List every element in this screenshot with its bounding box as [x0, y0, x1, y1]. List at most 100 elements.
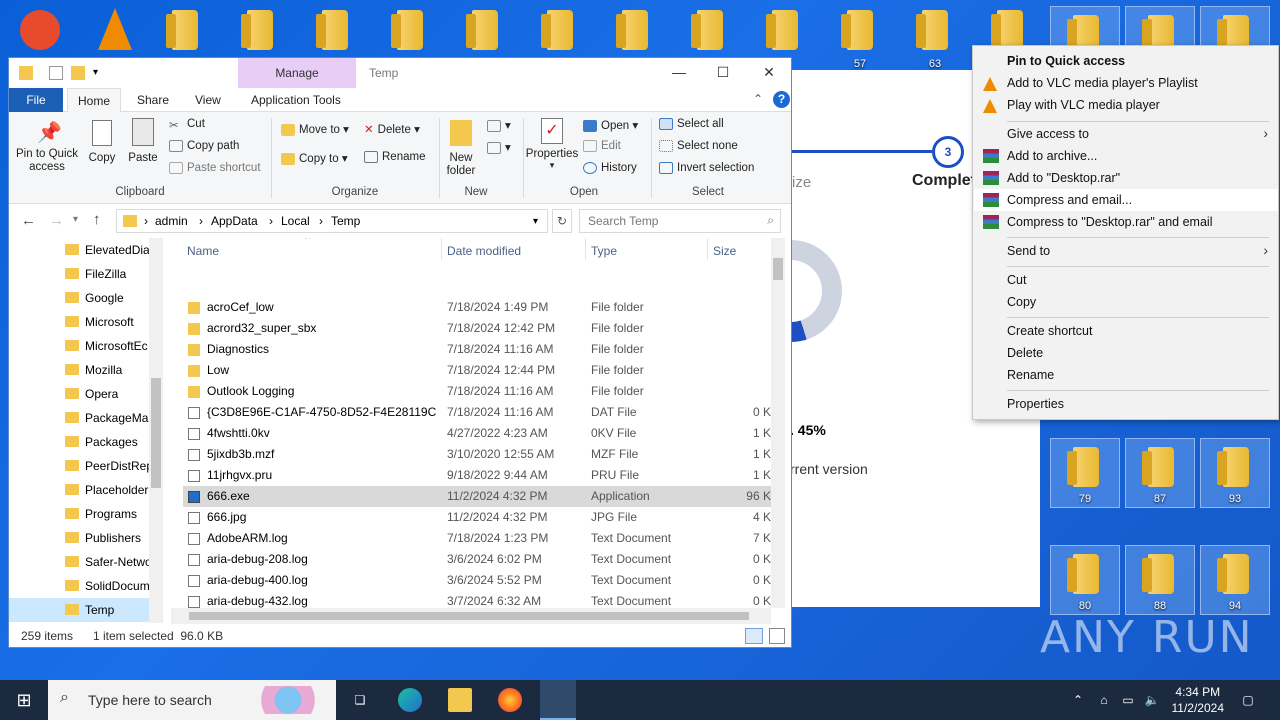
chevron-up-icon[interactable]: ⌃	[1066, 688, 1090, 712]
copy-button[interactable]: Copy	[85, 120, 119, 164]
nav-item[interactable]: Safer-Netwo	[65, 550, 150, 574]
tab-share[interactable]: Share	[127, 88, 179, 112]
open-button[interactable]: Open ▾	[583, 118, 638, 132]
table-row[interactable]: 11jrhgvx.pru 9/18/2022 9:44 AM PRU File 1 K…	[183, 465, 779, 486]
delete-button[interactable]: ✕ Delete ▾	[364, 122, 420, 136]
rename-button[interactable]: Rename	[364, 151, 425, 163]
nav-item[interactable]: ElevatedDia	[65, 238, 150, 262]
nav-item[interactable]: Microsoft	[65, 310, 150, 334]
nav-item[interactable]: Mozilla	[65, 358, 150, 382]
close-button[interactable]: ✕	[757, 62, 781, 82]
nav-scrollbar[interactable]	[149, 238, 163, 623]
paste-button[interactable]: Paste	[125, 118, 161, 164]
copy-path-button[interactable]: Copy path	[169, 140, 239, 152]
taskbar-search-input[interactable]: ⌕ Type here to search	[48, 680, 336, 720]
horizontal-scrollbar[interactable]	[171, 608, 771, 624]
notification-icon[interactable]: ▢	[1236, 688, 1260, 712]
pin-to-quick-access-button[interactable]: 📌 Pin to Quick access	[13, 120, 81, 174]
menu-item-compress-to-desktop-rar-and-email[interactable]: Compress to "Desktop.rar" and email	[1007, 211, 1212, 233]
large-icons-view-icon[interactable]	[769, 628, 785, 644]
table-row[interactable]: 4fwshtti.0kv 4/27/2022 4:23 AM 0KV File 1 K…	[183, 423, 779, 444]
nav-item[interactable]: Publishers	[65, 526, 150, 550]
table-row[interactable]: {C3D8E96E-C1AF-4750-8D52-F4E28119C1... 7/…	[183, 402, 779, 423]
system-clock[interactable]: 4:34 PM 11/2/2024	[1172, 684, 1225, 716]
table-row[interactable]: 5jixdb3b.mzf 3/10/2020 12:55 AM MZF File 1 …	[183, 444, 779, 465]
desktop-folder-selected[interactable]: 93	[1200, 438, 1270, 508]
network-icon[interactable]: ⌂	[1092, 688, 1116, 712]
desktop-folder-selected[interactable]: 87	[1125, 438, 1195, 508]
table-row[interactable]: aria-debug-208.log 3/6/2024 6:02 PM Text D…	[183, 549, 779, 570]
menu-item-send-to[interactable]: Send to	[1007, 240, 1050, 262]
tab-application-tools[interactable]: Application Tools	[241, 88, 351, 112]
desktop-folder[interactable]: 57	[825, 2, 895, 72]
select-all-button[interactable]: Select all	[659, 118, 724, 130]
table-row[interactable]: 666.jpg 11/2/2024 4:32 PM JPG File 4 KB	[183, 507, 779, 528]
menu-item-rename[interactable]: Rename	[1007, 364, 1054, 386]
desktop-folder[interactable]: 63	[900, 2, 970, 72]
menu-item-give-access-to[interactable]: Give access to	[1007, 123, 1089, 145]
nav-item[interactable]: Placeholder	[65, 478, 150, 502]
properties-icon[interactable]	[49, 66, 63, 80]
breadcrumb-local[interactable]: Local	[281, 214, 310, 228]
menu-item-add-to-vlc-playlist[interactable]: Add to VLC media player's Playlist	[1007, 72, 1198, 94]
table-row[interactable]: AdobeARM.log 7/18/2024 1:23 PM Text Docume…	[183, 528, 779, 549]
easy-access-button[interactable]: ▾	[487, 140, 511, 154]
menu-item-delete[interactable]: Delete	[1007, 342, 1043, 364]
details-view-icon[interactable]	[745, 628, 763, 644]
up-arrow-icon[interactable]: ↑	[93, 211, 101, 228]
help-icon[interactable]: ?	[773, 91, 790, 108]
table-row[interactable]: aria-debug-432.log 3/7/2024 6:32 AM Text D…	[183, 591, 779, 608]
table-row[interactable]: 666.exe 11/2/2024 4:32 PM Application 96 KB	[183, 486, 779, 507]
chevron-down-icon[interactable]: ▾	[533, 216, 538, 227]
recent-chevron-icon[interactable]: ▾	[73, 214, 78, 225]
breadcrumb-temp[interactable]: Temp	[331, 214, 360, 228]
address-bar[interactable]: › admin › AppData › Local › Temp ▾	[116, 209, 548, 233]
chevron-down-icon[interactable]: ▾	[93, 66, 107, 80]
list-scrollbar[interactable]	[771, 238, 785, 608]
desktop-folder-selected[interactable]: 94	[1200, 545, 1270, 615]
maximize-button[interactable]: ☐	[711, 62, 735, 82]
forward-arrow-icon[interactable]: →	[49, 212, 64, 229]
firefox-icon[interactable]	[498, 688, 522, 712]
refresh-icon[interactable]: ↻	[552, 209, 572, 233]
select-none-button[interactable]: Select none	[659, 140, 738, 152]
list-scrollbar-thumb[interactable]	[773, 258, 783, 280]
desktop-folder-selected[interactable]: 88	[1125, 545, 1195, 615]
cut-button[interactable]: ✂ Cut	[169, 118, 205, 132]
search-input[interactable]: Search Temp ⌕	[579, 209, 781, 233]
nav-item[interactable]: Google	[65, 286, 150, 310]
properties-button[interactable]: ✓ Properties ▾	[525, 118, 579, 171]
menu-item-play-with-vlc[interactable]: Play with VLC media player	[1007, 94, 1160, 116]
tab-file[interactable]: File	[9, 88, 63, 112]
menu-item-pin-to-quick-access[interactable]: Pin to Quick access	[1007, 50, 1125, 72]
column-header-name[interactable]: Name	[187, 244, 219, 258]
nav-item[interactable]: Packages	[65, 430, 150, 454]
tab-manage[interactable]: Manage	[238, 58, 356, 88]
menu-item-compress-and-email[interactable]: Compress and email...	[974, 189, 1278, 211]
menu-item-add-to-archive[interactable]: Add to archive...	[1007, 145, 1097, 167]
menu-item-add-to-desktop-rar[interactable]: Add to "Desktop.rar"	[1007, 167, 1120, 189]
column-header-size[interactable]: Size	[713, 244, 736, 258]
nav-item-selected[interactable]: Temp	[9, 598, 150, 622]
volume-icon[interactable]: 🔈	[1140, 688, 1164, 712]
table-row[interactable]: acroCef_low 7/18/2024 1:49 PM File folder	[183, 297, 779, 318]
new-folder-icon[interactable]	[71, 66, 85, 80]
history-button[interactable]: History	[583, 162, 637, 174]
nav-item[interactable]: PackageMa	[65, 406, 150, 430]
breadcrumb-appdata[interactable]: AppData	[211, 214, 258, 228]
menu-item-copy[interactable]: Copy	[1007, 291, 1036, 313]
menu-item-cut[interactable]: Cut	[1007, 269, 1026, 291]
nav-item[interactable]: PeerDistRep	[65, 454, 150, 478]
ethernet-icon[interactable]: ▭	[1116, 688, 1140, 712]
new-folder-button[interactable]: New folder	[441, 120, 481, 178]
back-arrow-icon[interactable]: ←	[21, 212, 36, 229]
task-view-icon[interactable]: ❏	[348, 688, 372, 712]
file-explorer-icon[interactable]	[448, 688, 472, 712]
invert-selection-button[interactable]: Invert selection	[659, 162, 754, 174]
desktop-folder-selected[interactable]: 80	[1050, 545, 1120, 615]
tab-view[interactable]: View	[185, 88, 231, 112]
horizontal-scrollbar-thumb[interactable]	[189, 612, 749, 620]
table-row[interactable]: aria-debug-400.log 3/6/2024 5:52 PM Text D…	[183, 570, 779, 591]
minimize-button[interactable]: —	[667, 62, 691, 82]
breadcrumb-admin[interactable]: admin	[155, 214, 188, 228]
